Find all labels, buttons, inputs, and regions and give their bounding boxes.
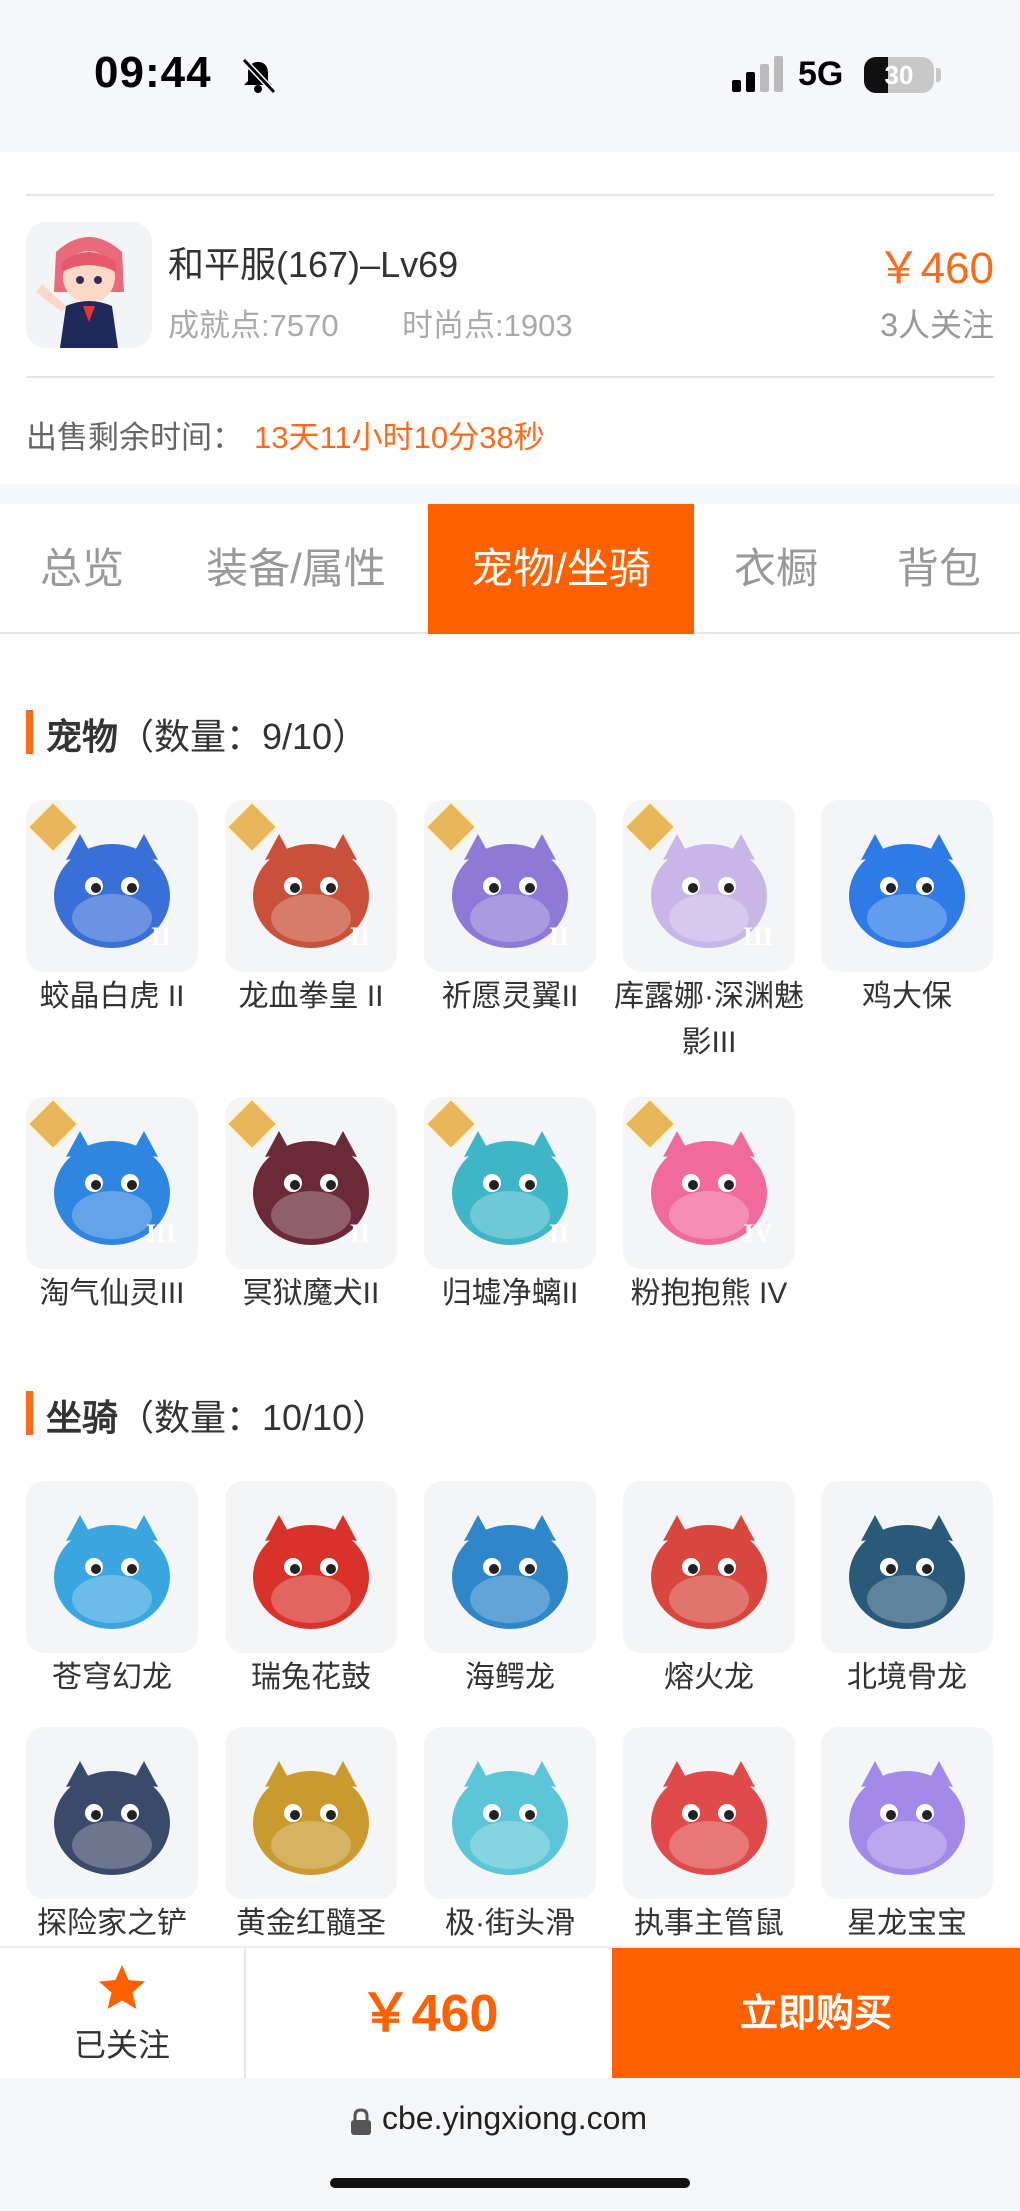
pet-card[interactable]	[821, 800, 993, 972]
pet-card[interactable]: IV	[623, 1097, 795, 1269]
pet-name: 鸡大保	[862, 980, 952, 1013]
mount-card[interactable]	[225, 1481, 397, 1653]
status-bar: 09:44 5G 30	[0, 0, 1020, 152]
mount-card[interactable]	[26, 1727, 198, 1899]
rank-badge-icon	[424, 800, 478, 854]
pets-section-title: 宠物（数量：9/10）	[46, 716, 369, 757]
rank-badge-text: III	[742, 922, 774, 951]
mount-name: 执事主管鼠	[634, 1907, 784, 1940]
signal-icon	[732, 56, 783, 92]
rank-badge-text: II	[349, 922, 371, 951]
bottom-action-bar: 已关注 ￥460 立即购买	[0, 1946, 1020, 2080]
mount-card[interactable]	[26, 1481, 198, 1653]
status-time: 09:44	[94, 48, 212, 97]
tab-backpack[interactable]: 背包	[858, 504, 1020, 634]
mount-card[interactable]	[424, 1481, 596, 1653]
rank-badge-icon	[623, 1097, 677, 1151]
pet-name: 库露娜·深渊魅影III	[614, 980, 804, 1059]
tab-equipment[interactable]: 装备/属性	[164, 504, 428, 634]
achievement-points: 成就点:7570	[168, 308, 339, 343]
lock-icon	[351, 2108, 371, 2135]
rank-badge-icon	[225, 1097, 279, 1151]
pet-card[interactable]: III	[623, 800, 795, 972]
mount-name: 黄金红髓圣	[236, 1907, 386, 1940]
divider	[26, 376, 994, 378]
mount-name: 海鳄龙	[465, 1661, 555, 1694]
pet-name: 蛟晶白虎 II	[39, 980, 185, 1013]
mount-card[interactable]	[821, 1481, 993, 1653]
follower-count: 3人关注	[880, 307, 994, 343]
pet-card[interactable]: II	[225, 1097, 397, 1269]
rank-badge-text: II	[349, 1219, 371, 1248]
rank-badge-text: II	[150, 922, 172, 951]
rank-badge-icon	[424, 1097, 478, 1151]
mount-name: 熔火龙	[664, 1661, 754, 1694]
product-price: ￥460	[876, 244, 994, 293]
rank-badge-icon	[26, 1097, 80, 1151]
mount-name: 星龙宝宝	[847, 1907, 967, 1940]
tab-bar: 总览 装备/属性 宠物/坐骑 衣橱 背包	[0, 504, 1020, 634]
product-title: 和平服(167)–Lv69	[168, 244, 459, 285]
section-accent-bar	[26, 1391, 33, 1435]
bottom-price: ￥460	[359, 1985, 499, 2043]
follow-label: 已关注	[73, 2027, 170, 2063]
rank-badge-text: II	[548, 922, 570, 951]
pet-card[interactable]: II	[424, 1097, 596, 1269]
fashion-points: 时尚点:1903	[402, 308, 573, 343]
mount-name: 北境骨龙	[847, 1661, 967, 1694]
bell-muted-icon	[241, 57, 277, 95]
pet-card[interactable]: III	[26, 1097, 198, 1269]
pet-name: 粉抱抱熊 IV	[630, 1277, 788, 1310]
mount-name: 极·街头滑	[445, 1907, 575, 1940]
mounts-section-title: 坐骑（数量：10/10）	[46, 1397, 389, 1438]
tab-wardrobe[interactable]: 衣橱	[694, 504, 858, 634]
section-accent-bar	[26, 710, 33, 754]
browser-url-bar[interactable]: cbe.yingxiong.com	[0, 2078, 1020, 2211]
url-text: cbe.yingxiong.com	[382, 2100, 648, 2136]
remaining-time-value: 13天11小时10分38秒	[254, 420, 545, 455]
battery-level: 30	[884, 60, 914, 90]
rank-badge-text: IV	[743, 1219, 773, 1248]
remaining-time-label: 出售剩余时间：	[26, 420, 243, 455]
mount-card[interactable]	[424, 1727, 596, 1899]
follow-button[interactable]: 已关注	[0, 1948, 244, 2080]
tab-pets-mounts[interactable]: 宠物/坐骑	[428, 504, 694, 634]
star-icon	[99, 1965, 145, 2009]
pet-name: 归墟净螭II	[441, 1277, 579, 1310]
network-type: 5G	[798, 55, 844, 93]
buy-now-button[interactable]: 立即购买	[612, 1948, 1020, 2080]
mount-name: 苍穹幻龙	[52, 1661, 172, 1694]
section-gap	[0, 484, 1020, 504]
tab-overview[interactable]: 总览	[0, 504, 164, 634]
mount-card[interactable]	[623, 1481, 795, 1653]
pet-card[interactable]: II	[26, 800, 198, 972]
pet-card[interactable]: II	[225, 800, 397, 972]
mount-name: 瑞兔花鼓	[251, 1661, 371, 1694]
rank-badge-icon	[225, 800, 279, 854]
pet-name: 淘气仙灵III	[39, 1277, 185, 1310]
character-avatar	[26, 222, 152, 348]
rank-badge-icon	[623, 800, 677, 854]
pet-card[interactable]: II	[424, 800, 596, 972]
pet-name: 祈愿灵翼II	[441, 980, 579, 1013]
battery-icon: 30	[864, 57, 934, 93]
home-indicator	[330, 2178, 690, 2188]
pet-name: 龙血拳皇 II	[238, 980, 384, 1013]
rank-badge-icon	[26, 800, 80, 854]
mount-name: 探险家之铲	[37, 1907, 187, 1940]
mount-card[interactable]	[821, 1727, 993, 1899]
mount-card[interactable]	[225, 1727, 397, 1899]
pet-name: 冥狱魔犬II	[242, 1277, 380, 1310]
divider	[26, 194, 994, 196]
rank-badge-text: II	[548, 1219, 570, 1248]
rank-badge-text: III	[145, 1219, 177, 1248]
mount-card[interactable]	[623, 1727, 795, 1899]
